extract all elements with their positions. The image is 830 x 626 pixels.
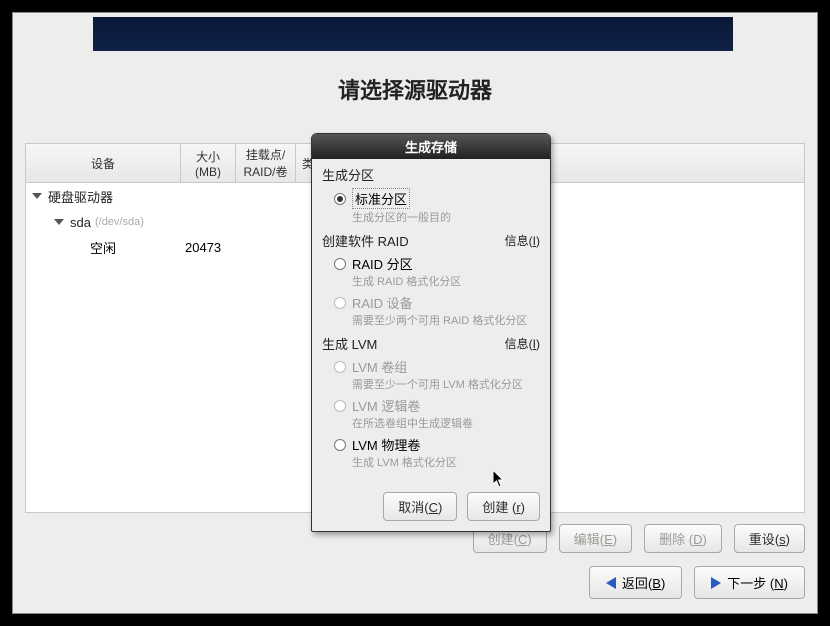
header-banner — [93, 17, 733, 51]
next-button[interactable]: 下一步 (N) — [694, 566, 805, 599]
opt-lvm-pv[interactable]: LVM 物理卷 — [334, 435, 540, 454]
section-lvm-head: 生成 LVM 信息(I) — [322, 334, 540, 353]
radio-icon[interactable] — [334, 439, 346, 451]
dialog-title: 生成存储 — [312, 134, 550, 159]
next-label: 下一步 — [727, 576, 766, 591]
opt-lvm-pv-desc: 生成 LVM 格式化分区 — [352, 454, 540, 470]
lvm-info-link[interactable]: 信息(I) — [505, 335, 540, 352]
col-size-unit: (MB) — [195, 165, 221, 179]
radio-disabled-icon — [334, 297, 346, 309]
reset-button[interactable]: 重设(s) — [734, 524, 805, 553]
info-accel2: I — [533, 337, 536, 351]
chevron-down-icon[interactable] — [32, 193, 42, 199]
cancel-button[interactable]: 取消(C) — [383, 492, 457, 521]
opt-lvm-vg-desc: 需要至少一个可用 LVM 格式化分区 — [352, 376, 540, 392]
tree-device-path: (/dev/sda) — [95, 216, 144, 228]
page-title: 请选择源驱动器 — [13, 73, 817, 105]
create-label: 创建 — [488, 532, 514, 547]
cancel-label: 取消 — [398, 500, 424, 515]
create-button[interactable]: 创建 (r) — [467, 492, 540, 521]
next-accel: N — [774, 576, 783, 591]
opt-lvm-lv-desc: 在所选卷组中生成逻辑卷 — [352, 415, 540, 431]
back-label: 返回 — [622, 576, 648, 591]
edit-button[interactable]: 编辑(E) — [559, 524, 632, 553]
radio-selected-icon[interactable] — [334, 193, 346, 205]
tree-device-label: sda — [70, 215, 91, 230]
info-accel: I — [533, 234, 536, 248]
opt-standard-partition[interactable]: 标准分区 — [334, 188, 540, 209]
opt-lvm-vg: LVM 卷组 — [334, 357, 540, 376]
opt-raid-partition[interactable]: RAID 分区 — [334, 254, 540, 273]
edit-label: 编辑 — [574, 532, 600, 547]
delete-button[interactable]: 删除 (D) — [644, 524, 722, 553]
create-accel2: r — [516, 500, 520, 515]
col-mount-label: 挂载点/ — [246, 146, 285, 163]
opt-raid-dev-label: RAID 设备 — [352, 293, 413, 312]
section-partition-label: 生成分区 — [322, 165, 374, 184]
back-accel: B — [652, 576, 661, 591]
arrow-left-icon — [606, 577, 616, 589]
free-size: 20473 — [185, 240, 221, 255]
radio-disabled-icon — [334, 361, 346, 373]
delete-accel: D — [693, 532, 702, 547]
arrow-right-icon — [711, 577, 721, 589]
create-label2: 创建 — [482, 500, 508, 515]
section-partition-head: 生成分区 — [322, 165, 540, 184]
create-storage-dialog: 生成存储 生成分区 标准分区 生成分区的一般目的 创建软件 RAID 信息(I)… — [311, 133, 551, 532]
info-label: 信息 — [505, 234, 529, 248]
opt-raid-dev-desc: 需要至少两个可用 RAID 格式化分区 — [352, 312, 540, 328]
opt-raid-part-label: RAID 分区 — [352, 254, 413, 273]
edit-accel: E — [604, 532, 613, 547]
cancel-accel: C — [429, 500, 438, 515]
opt-lvm-pv-label: LVM 物理卷 — [352, 435, 420, 454]
reset-accel: s — [779, 532, 786, 547]
radio-icon[interactable] — [334, 258, 346, 270]
section-raid-label: 创建软件 RAID — [322, 231, 409, 250]
col-mount-sub: RAID/卷 — [243, 163, 287, 180]
col-size[interactable]: 大小 (MB) — [181, 144, 236, 182]
nav-bar: 返回(B) 下一步 (N) — [589, 566, 805, 599]
dialog-button-bar: 取消(C) 创建 (r) — [312, 484, 550, 531]
opt-lvm-lv-label: LVM 逻辑卷 — [352, 396, 420, 415]
opt-lvm-lv: LVM 逻辑卷 — [334, 396, 540, 415]
opt-standard-desc: 生成分区的一般目的 — [352, 209, 540, 225]
col-mount[interactable]: 挂载点/ RAID/卷 — [236, 144, 296, 182]
reset-label: 重设 — [749, 532, 775, 547]
delete-label: 删除 — [659, 532, 685, 547]
chevron-down-icon[interactable] — [54, 219, 64, 225]
section-lvm-label: 生成 LVM — [322, 334, 377, 353]
create-accel: C — [518, 532, 527, 547]
section-raid-head: 创建软件 RAID 信息(I) — [322, 231, 540, 250]
info-label2: 信息 — [505, 337, 529, 351]
opt-raid-device: RAID 设备 — [334, 293, 540, 312]
col-device[interactable]: 设备 — [26, 144, 181, 182]
raid-info-link[interactable]: 信息(I) — [505, 232, 540, 249]
col-device-label: 设备 — [91, 155, 115, 172]
dialog-body: 生成分区 标准分区 生成分区的一般目的 创建软件 RAID 信息(I) RAID… — [312, 159, 550, 484]
col-size-label: 大小 — [196, 148, 220, 165]
tree-root-label: 硬盘驱动器 — [48, 187, 113, 206]
opt-raid-part-desc: 生成 RAID 格式化分区 — [352, 273, 540, 289]
radio-disabled-icon — [334, 400, 346, 412]
installer-window: 请选择源驱动器 设备 大小 (MB) 挂载点/ RAID/卷 类型 硬盘驱动器 … — [12, 12, 818, 614]
opt-standard-label: 标准分区 — [352, 188, 410, 209]
back-button[interactable]: 返回(B) — [589, 566, 682, 599]
free-label: 空闲 — [90, 238, 185, 257]
opt-lvm-vg-label: LVM 卷组 — [352, 357, 407, 376]
